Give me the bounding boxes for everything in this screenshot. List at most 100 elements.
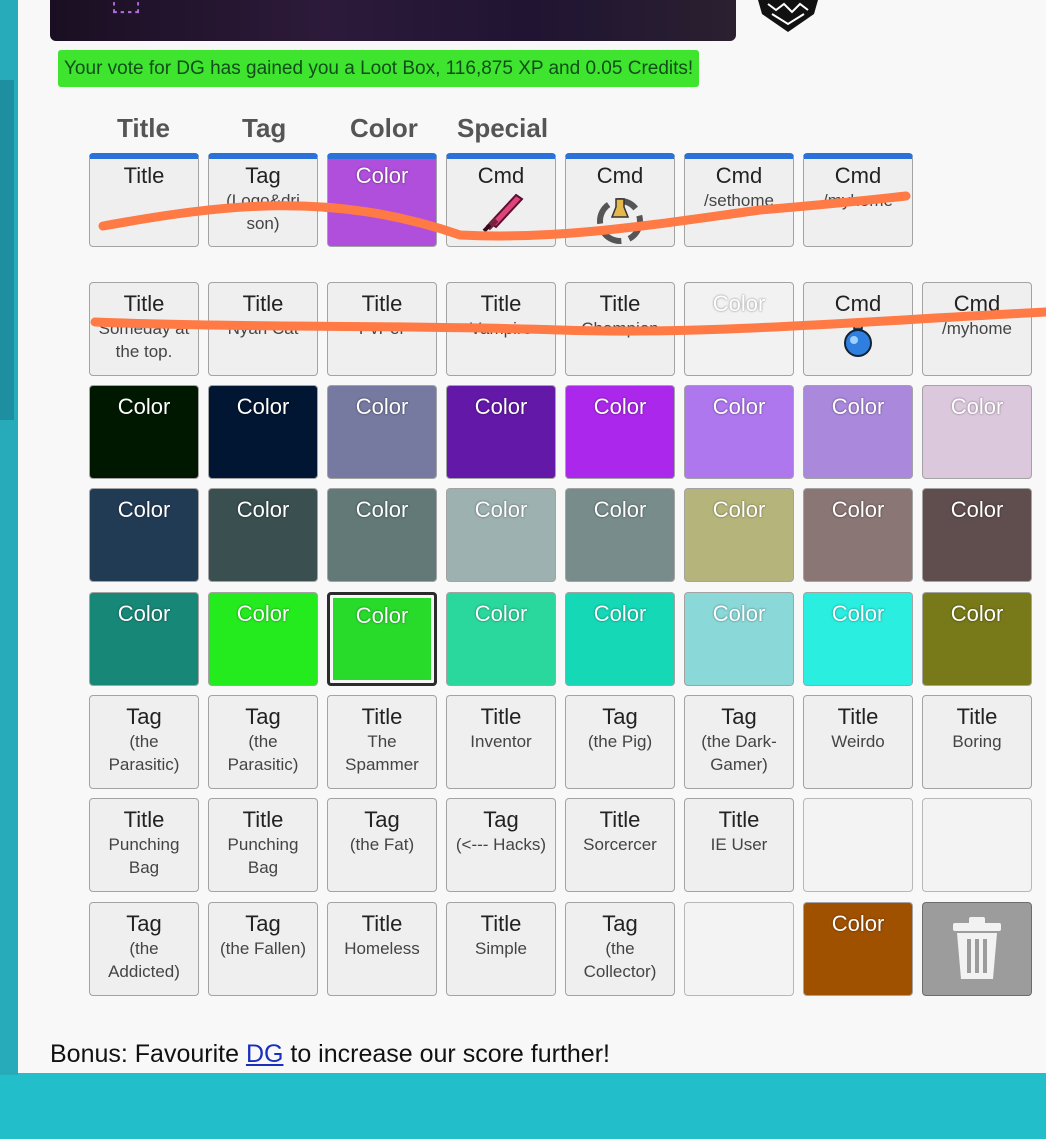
trash-slot[interactable]	[922, 902, 1032, 996]
title-item-slot[interactable]: Title Simple	[446, 902, 556, 996]
item-value-label: (the Dark-Gamer)	[701, 732, 777, 774]
item-type-label: Tag	[721, 704, 757, 729]
color-item-slot[interactable]: Color	[565, 385, 675, 479]
empty-slot[interactable]	[684, 902, 794, 996]
color-item-slot[interactable]: Color	[89, 488, 199, 582]
color-item-slot[interactable]: Color	[208, 488, 318, 582]
tag-item-slot[interactable]: Tag (the Addicted)	[89, 902, 199, 996]
tag-item-slot[interactable]: Tag (the Fallen)	[208, 902, 318, 996]
item-type-label: Color	[712, 291, 766, 316]
tag-item-slot[interactable]: Tag (Logo&dri son)	[208, 153, 318, 247]
cmd-item-slot[interactable]: Cmd	[803, 282, 913, 376]
color-item-slot[interactable]: Color	[327, 592, 437, 686]
item-type-label: Title	[361, 704, 403, 729]
color-item-slot[interactable]: Color	[803, 385, 913, 479]
item-value-label: (the Pig)	[587, 732, 653, 751]
item-type-label: Color	[831, 911, 885, 936]
title-item-slot[interactable]: Title Nyan Cat	[208, 282, 318, 376]
color-item-slot[interactable]: Color	[208, 592, 318, 686]
title-item-slot[interactable]: Title IE User	[684, 798, 794, 892]
item-type-label: Tag	[245, 163, 281, 188]
cmd-item-slot[interactable]: Cmd/sethome	[684, 153, 794, 247]
color-item-slot[interactable]: Color	[565, 488, 675, 582]
tag-item-slot[interactable]: Tag (the Parasitic)	[89, 695, 199, 789]
item-type-label: Title	[242, 807, 284, 832]
title-item-slot[interactable]: Title PvPer	[327, 282, 437, 376]
item-type-label: Tag	[126, 704, 162, 729]
color-item-slot[interactable]: Color	[684, 282, 794, 376]
cmd-item-slot[interactable]: Cmd	[446, 153, 556, 247]
tag-item-slot[interactable]: Tag (the Pig)	[565, 695, 675, 789]
item-value-label: (Logo&dri son)	[226, 191, 300, 233]
item-type-label: Title	[361, 911, 403, 936]
color-item-slot[interactable]: Color	[803, 488, 913, 582]
item-value-label: (the Parasitic)	[108, 732, 180, 774]
color-item-slot[interactable]: Color	[803, 592, 913, 686]
item-value-label: Boring	[952, 732, 1002, 751]
item-type-label: Title	[123, 807, 165, 832]
tag-item-slot[interactable]: Tag (<--- Hacks)	[446, 798, 556, 892]
item-type-label: Title	[480, 704, 522, 729]
color-item-slot[interactable]: Color	[327, 153, 437, 247]
color-item-slot[interactable]: Color	[565, 592, 675, 686]
color-item-slot[interactable]: Color	[684, 592, 794, 686]
pink-sword-icon	[447, 191, 555, 237]
title-item-slot[interactable]: Title Champion	[565, 282, 675, 376]
title-item-slot[interactable]: Title Boring	[922, 695, 1032, 789]
color-item-slot[interactable]: Color	[446, 385, 556, 479]
empty-slot[interactable]	[803, 798, 913, 892]
tag-item-slot[interactable]: Tag (the Fat)	[327, 798, 437, 892]
color-item-slot[interactable]: Color	[922, 592, 1032, 686]
title-item-slot[interactable]: Title Inventor	[446, 695, 556, 789]
item-value-label: (the Fallen)	[220, 939, 306, 958]
title-item-slot[interactable]: Title Someday at the top.	[89, 282, 199, 376]
item-type-label: Color	[831, 601, 885, 626]
title-item-slot[interactable]: Title Sorcercer	[565, 798, 675, 892]
color-item-slot[interactable]: Color	[684, 488, 794, 582]
server-logo-icon	[758, 0, 818, 32]
cmd-item-slot[interactable]: Cmd/myhome	[803, 153, 913, 247]
title-item-slot[interactable]: Title Punching Bag	[208, 798, 318, 892]
tag-item-slot[interactable]: Tag (the Parasitic)	[208, 695, 318, 789]
title-item-slot[interactable]: Title Punching Bag	[89, 798, 199, 892]
color-item-slot[interactable]: Color	[208, 385, 318, 479]
item-type-label: Color	[355, 163, 409, 188]
column-header-tag: Tag	[242, 113, 287, 143]
item-type-label: Color	[831, 497, 885, 522]
empty-slot[interactable]	[922, 798, 1032, 892]
item-type-label: Title	[956, 704, 998, 729]
trash-icon	[923, 915, 1031, 985]
color-item-slot[interactable]: Color	[327, 385, 437, 479]
item-value-label: PvPer	[358, 319, 406, 338]
item-type-label: Tag	[602, 704, 638, 729]
title-item-slot[interactable]: Title Vampire	[446, 282, 556, 376]
color-item-slot[interactable]: Color	[922, 385, 1032, 479]
color-item-slot[interactable]: Color	[446, 488, 556, 582]
cmd-item-slot[interactable]: Cmd/myhome	[922, 282, 1032, 376]
color-item-slot[interactable]: Color	[89, 592, 199, 686]
tag-item-slot[interactable]: Tag (the Dark-Gamer)	[684, 695, 794, 789]
item-value-label: IE User	[710, 835, 768, 854]
tag-item-slot[interactable]: Tag (the Collector)	[565, 902, 675, 996]
favourite-dg-link[interactable]: DG	[246, 1040, 284, 1068]
cmd-item-slot[interactable]: Cmd	[565, 153, 675, 247]
background-strip-shade	[0, 80, 14, 420]
item-type-label: Title	[480, 911, 522, 936]
item-type-label: Title	[480, 291, 522, 316]
color-item-slot[interactable]: Color	[803, 902, 913, 996]
column-header-color: Color	[350, 113, 418, 143]
column-header-title: Title	[117, 113, 170, 143]
color-item-slot[interactable]: Color	[89, 385, 199, 479]
color-item-slot[interactable]: Color	[327, 488, 437, 582]
color-item-slot[interactable]: Color	[446, 592, 556, 686]
title-item-slot[interactable]: Title The Spammer	[327, 695, 437, 789]
title-item-slot[interactable]: Title Homeless	[327, 902, 437, 996]
item-value-label: Someday at the top.	[98, 319, 190, 361]
color-item-slot[interactable]: Color	[922, 488, 1032, 582]
item-value-label: Nyan Cat	[227, 319, 299, 338]
item-type-label: Title	[718, 807, 760, 832]
color-item-slot[interactable]: Color	[684, 385, 794, 479]
item-type-label: Color	[117, 497, 171, 522]
title-item-slot[interactable]: Title	[89, 153, 199, 247]
title-item-slot[interactable]: Title Weirdo	[803, 695, 913, 789]
